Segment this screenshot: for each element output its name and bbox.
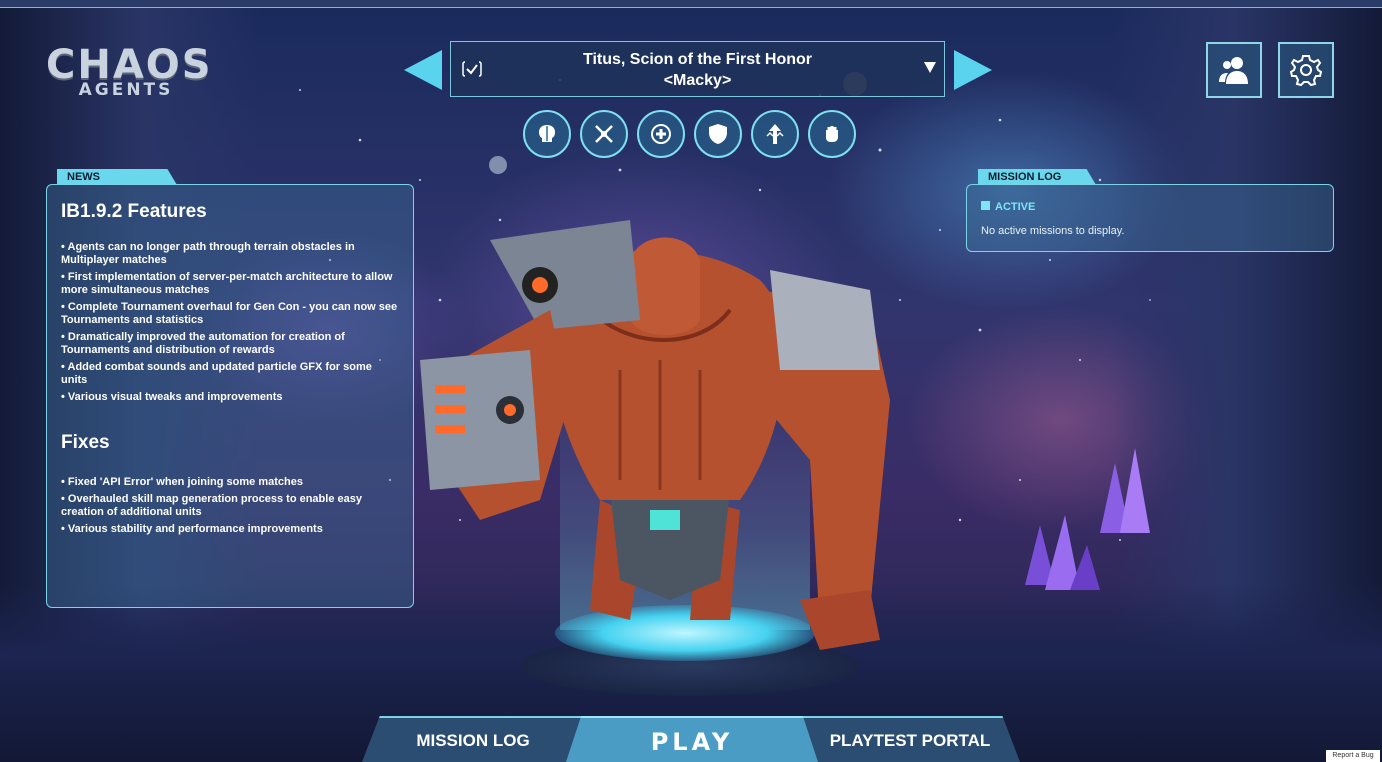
playtest-portal-button[interactable]: PLAYTEST PORTAL [800, 716, 1020, 762]
news-heading: IB1.9.2 Features [61, 201, 207, 222]
game-scene: CHAOS AGENTS Titus, Scion of the First H… [0, 0, 1382, 762]
character-model-titus [420, 220, 890, 650]
crystal-cluster-left [1025, 515, 1100, 590]
dropdown-caret-icon [924, 62, 936, 73]
crossed-swords-icon [595, 125, 613, 143]
fix-item: • Fixed 'API Error' when joining some ma… [61, 476, 303, 488]
news-panel: IB1.9.2 Features • Agents can no longer … [46, 184, 414, 608]
character-name: Titus, Scion of the First Honor [582, 51, 813, 68]
skill-brain-button[interactable] [523, 110, 571, 158]
fix-item: • Various stability and performance impr… [61, 523, 323, 535]
game-logo: CHAOS AGENTS [46, 42, 211, 102]
crystal-cluster-right [1100, 448, 1150, 533]
friends-icon [1219, 57, 1248, 84]
brain-icon [539, 125, 555, 142]
skill-upgrade-button[interactable] [751, 110, 799, 158]
fist-icon [826, 126, 838, 142]
mission-log-panel: ACTIVE No active missions to display. [966, 184, 1334, 252]
news-feature-item: • Various visual tweaks and improvements [61, 391, 283, 403]
play-button[interactable]: PLAY [566, 716, 818, 762]
news-feature-item: • Complete Tournament overhaul for Gen C… [61, 301, 398, 326]
settings-button[interactable] [1278, 42, 1334, 98]
fix-item: • Overhauled skill map generation proces… [61, 493, 362, 518]
skill-icon-bar [523, 110, 863, 160]
news-feature-item: • Agents can no longer path through terr… [61, 241, 355, 266]
top-frame [0, 0, 1382, 8]
previous-character-arrow-icon[interactable] [404, 50, 442, 90]
fixes-heading: Fixes [61, 432, 110, 453]
fixes-list: • Fixed 'API Error' when joining some ma… [61, 476, 401, 540]
character-selector-dropdown[interactable]: Titus, Scion of the First Honor <Macky> [450, 41, 945, 97]
next-character-arrow-icon[interactable] [954, 50, 992, 90]
skill-medic-button[interactable] [637, 110, 685, 158]
mission-empty-text: No active missions to display. [981, 225, 1125, 237]
gear-icon [1289, 55, 1323, 87]
news-feature-item: • First implementation of server-per-mat… [61, 271, 393, 296]
mission-log-tab: MISSION LOG [978, 169, 1096, 185]
status-square-icon [981, 201, 990, 210]
verified-check-icon [462, 61, 482, 77]
news-tab: NEWS [57, 169, 177, 185]
mission-log-button[interactable]: MISSION LOG [362, 716, 584, 762]
mission-status-label: ACTIVE [995, 201, 1036, 213]
report-bug-button[interactable]: Report a Bug [1326, 750, 1380, 762]
mission-status-filter[interactable]: ACTIVE [981, 201, 1035, 213]
news-feature-list: • Agents can no longer path through terr… [61, 241, 401, 408]
news-feature-item: • Dramatically improved the automation f… [61, 331, 345, 356]
upgrade-arrows-icon [766, 124, 784, 144]
skill-shield-button[interactable] [694, 110, 742, 158]
friends-button[interactable] [1206, 42, 1262, 98]
logo-subtitle: AGENTS [78, 80, 174, 100]
player-name: <Macky> [663, 72, 732, 89]
news-feature-item: • Added combat sounds and updated partic… [61, 361, 372, 386]
medic-cross-icon [651, 124, 671, 144]
skill-fist-button[interactable] [808, 110, 856, 158]
skill-swords-button[interactable] [580, 110, 628, 158]
shield-icon [709, 124, 727, 144]
